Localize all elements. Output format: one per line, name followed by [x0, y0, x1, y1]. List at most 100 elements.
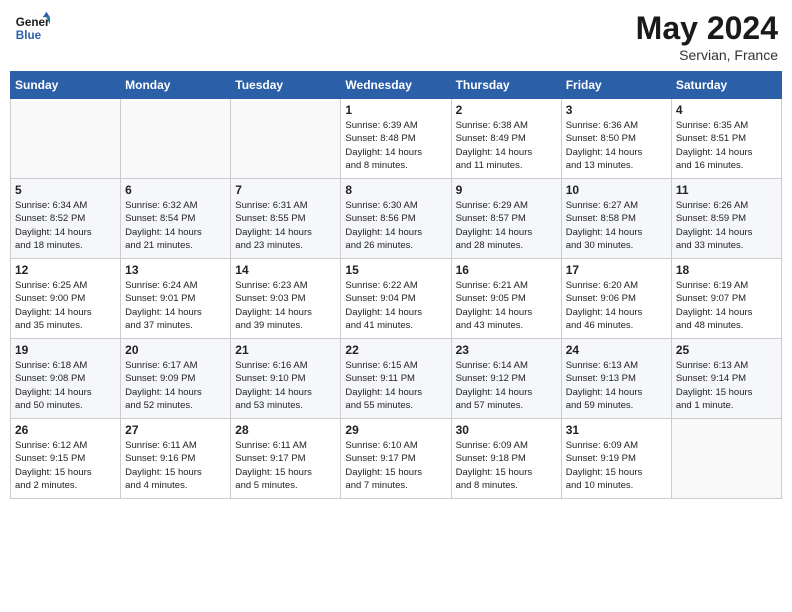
calendar-cell: 23 Sunrise: 6:14 AM Sunset: 9:12 PM Dayli…: [451, 339, 561, 419]
location-subtitle: Servian, France: [636, 47, 778, 63]
day-number: 1: [345, 103, 446, 117]
calendar-cell: 21 Sunrise: 6:16 AM Sunset: 9:10 PM Dayli…: [231, 339, 341, 419]
day-number: 28: [235, 423, 336, 437]
calendar-cell: 29 Sunrise: 6:10 AM Sunset: 9:17 PM Dayli…: [341, 419, 451, 499]
calendar-cell: 17 Sunrise: 6:20 AM Sunset: 9:06 PM Dayli…: [561, 259, 671, 339]
day-content: Sunrise: 6:13 AM Sunset: 9:14 PM Dayligh…: [676, 359, 777, 412]
day-number: 10: [566, 183, 667, 197]
calendar-week-row: 26 Sunrise: 6:12 AM Sunset: 9:15 PM Dayli…: [11, 419, 782, 499]
day-number: 24: [566, 343, 667, 357]
calendar-table: SundayMondayTuesdayWednesdayThursdayFrid…: [10, 71, 782, 499]
day-content: Sunrise: 6:14 AM Sunset: 9:12 PM Dayligh…: [456, 359, 557, 412]
day-content: Sunrise: 6:16 AM Sunset: 9:10 PM Dayligh…: [235, 359, 336, 412]
day-content: Sunrise: 6:21 AM Sunset: 9:05 PM Dayligh…: [456, 279, 557, 332]
calendar-cell: 16Sunrise: 6:21 AM Sunset: 9:05 PM Dayli…: [451, 259, 561, 339]
day-number: 8: [345, 183, 446, 197]
calendar-cell: 11 Sunrise: 6:26 AM Sunset: 8:59 PM Dayli…: [671, 179, 781, 259]
day-content: Sunrise: 6:22 AM Sunset: 9:04 PM Dayligh…: [345, 279, 446, 332]
calendar-cell: 6Sunrise: 6:32 AM Sunset: 8:54 PM Daylig…: [121, 179, 231, 259]
day-content: Sunrise: 6:09 AM Sunset: 9:19 PM Dayligh…: [566, 439, 667, 492]
calendar-cell: 9 Sunrise: 6:29 AM Sunset: 8:57 PM Daylig…: [451, 179, 561, 259]
col-header-wednesday: Wednesday: [341, 72, 451, 99]
day-content: Sunrise: 6:31 AM Sunset: 8:55 PM Dayligh…: [235, 199, 336, 252]
calendar-cell: 14 Sunrise: 6:23 AM Sunset: 9:03 PM Dayli…: [231, 259, 341, 339]
month-year-title: May 2024: [636, 10, 778, 47]
day-number: 5: [15, 183, 116, 197]
calendar-cell: [11, 99, 121, 179]
calendar-cell: 3 Sunrise: 6:36 AM Sunset: 8:50 PM Daylig…: [561, 99, 671, 179]
day-content: Sunrise: 6:11 AM Sunset: 9:16 PM Dayligh…: [125, 439, 226, 492]
day-number: 17: [566, 263, 667, 277]
day-content: Sunrise: 6:36 AM Sunset: 8:50 PM Dayligh…: [566, 119, 667, 172]
day-content: Sunrise: 6:24 AM Sunset: 9:01 PM Dayligh…: [125, 279, 226, 332]
calendar-cell: 22 Sunrise: 6:15 AM Sunset: 9:11 PM Dayli…: [341, 339, 451, 419]
svg-text:General: General: [16, 16, 50, 29]
title-block: May 2024 Servian, France: [636, 10, 778, 63]
day-content: Sunrise: 6:15 AM Sunset: 9:11 PM Dayligh…: [345, 359, 446, 412]
day-number: 29: [345, 423, 446, 437]
calendar-cell: 30Sunrise: 6:09 AM Sunset: 9:18 PM Dayli…: [451, 419, 561, 499]
day-content: Sunrise: 6:12 AM Sunset: 9:15 PM Dayligh…: [15, 439, 116, 492]
day-number: 20: [125, 343, 226, 357]
calendar-cell: 8 Sunrise: 6:30 AM Sunset: 8:56 PM Daylig…: [341, 179, 451, 259]
calendar-week-row: 5 Sunrise: 6:34 AM Sunset: 8:52 PM Daylig…: [11, 179, 782, 259]
day-number: 31: [566, 423, 667, 437]
day-number: 2: [456, 103, 557, 117]
calendar-cell: [121, 99, 231, 179]
day-content: Sunrise: 6:34 AM Sunset: 8:52 PM Dayligh…: [15, 199, 116, 252]
calendar-cell: 20 Sunrise: 6:17 AM Sunset: 9:09 PM Dayli…: [121, 339, 231, 419]
page-header: General Blue May 2024 Servian, France: [10, 10, 782, 63]
day-content: Sunrise: 6:27 AM Sunset: 8:58 PM Dayligh…: [566, 199, 667, 252]
calendar-week-row: 19 Sunrise: 6:18 AM Sunset: 9:08 PM Dayli…: [11, 339, 782, 419]
day-number: 6: [125, 183, 226, 197]
day-number: 7: [235, 183, 336, 197]
calendar-cell: [671, 419, 781, 499]
day-number: 22: [345, 343, 446, 357]
day-content: Sunrise: 6:23 AM Sunset: 9:03 PM Dayligh…: [235, 279, 336, 332]
calendar-cell: [231, 99, 341, 179]
calendar-cell: 15 Sunrise: 6:22 AM Sunset: 9:04 PM Dayli…: [341, 259, 451, 339]
day-number: 9: [456, 183, 557, 197]
calendar-cell: 26 Sunrise: 6:12 AM Sunset: 9:15 PM Dayli…: [11, 419, 121, 499]
day-content: Sunrise: 6:11 AM Sunset: 9:17 PM Dayligh…: [235, 439, 336, 492]
day-content: Sunrise: 6:20 AM Sunset: 9:06 PM Dayligh…: [566, 279, 667, 332]
day-content: Sunrise: 6:38 AM Sunset: 8:49 PM Dayligh…: [456, 119, 557, 172]
day-number: 30: [456, 423, 557, 437]
day-number: 13: [125, 263, 226, 277]
calendar-cell: 18Sunrise: 6:19 AM Sunset: 9:07 PM Dayli…: [671, 259, 781, 339]
day-content: Sunrise: 6:29 AM Sunset: 8:57 PM Dayligh…: [456, 199, 557, 252]
calendar-cell: 28 Sunrise: 6:11 AM Sunset: 9:17 PM Dayli…: [231, 419, 341, 499]
calendar-cell: 24 Sunrise: 6:13 AM Sunset: 9:13 PM Dayli…: [561, 339, 671, 419]
calendar-cell: 27 Sunrise: 6:11 AM Sunset: 9:16 PM Dayli…: [121, 419, 231, 499]
col-header-tuesday: Tuesday: [231, 72, 341, 99]
col-header-friday: Friday: [561, 72, 671, 99]
day-content: Sunrise: 6:35 AM Sunset: 8:51 PM Dayligh…: [676, 119, 777, 172]
day-number: 3: [566, 103, 667, 117]
day-number: 25: [676, 343, 777, 357]
day-content: Sunrise: 6:26 AM Sunset: 8:59 PM Dayligh…: [676, 199, 777, 252]
col-header-monday: Monday: [121, 72, 231, 99]
calendar-cell: 5 Sunrise: 6:34 AM Sunset: 8:52 PM Daylig…: [11, 179, 121, 259]
day-content: Sunrise: 6:13 AM Sunset: 9:13 PM Dayligh…: [566, 359, 667, 412]
day-number: 15: [345, 263, 446, 277]
day-number: 21: [235, 343, 336, 357]
calendar-cell: 25 Sunrise: 6:13 AM Sunset: 9:14 PM Dayli…: [671, 339, 781, 419]
calendar-cell: 31 Sunrise: 6:09 AM Sunset: 9:19 PM Dayli…: [561, 419, 671, 499]
day-number: 27: [125, 423, 226, 437]
calendar-cell: 10 Sunrise: 6:27 AM Sunset: 8:58 PM Dayli…: [561, 179, 671, 259]
day-number: 4: [676, 103, 777, 117]
calendar-week-row: 12Sunrise: 6:25 AM Sunset: 9:00 PM Dayli…: [11, 259, 782, 339]
day-number: 19: [15, 343, 116, 357]
logo-icon: General Blue: [14, 10, 50, 46]
day-number: 23: [456, 343, 557, 357]
day-content: Sunrise: 6:17 AM Sunset: 9:09 PM Dayligh…: [125, 359, 226, 412]
day-content: Sunrise: 6:30 AM Sunset: 8:56 PM Dayligh…: [345, 199, 446, 252]
day-content: Sunrise: 6:18 AM Sunset: 9:08 PM Dayligh…: [15, 359, 116, 412]
day-content: Sunrise: 6:19 AM Sunset: 9:07 PM Dayligh…: [676, 279, 777, 332]
day-number: 26: [15, 423, 116, 437]
day-number: 14: [235, 263, 336, 277]
day-content: Sunrise: 6:10 AM Sunset: 9:17 PM Dayligh…: [345, 439, 446, 492]
day-number: 11: [676, 183, 777, 197]
calendar-cell: 19 Sunrise: 6:18 AM Sunset: 9:08 PM Dayli…: [11, 339, 121, 419]
col-header-sunday: Sunday: [11, 72, 121, 99]
